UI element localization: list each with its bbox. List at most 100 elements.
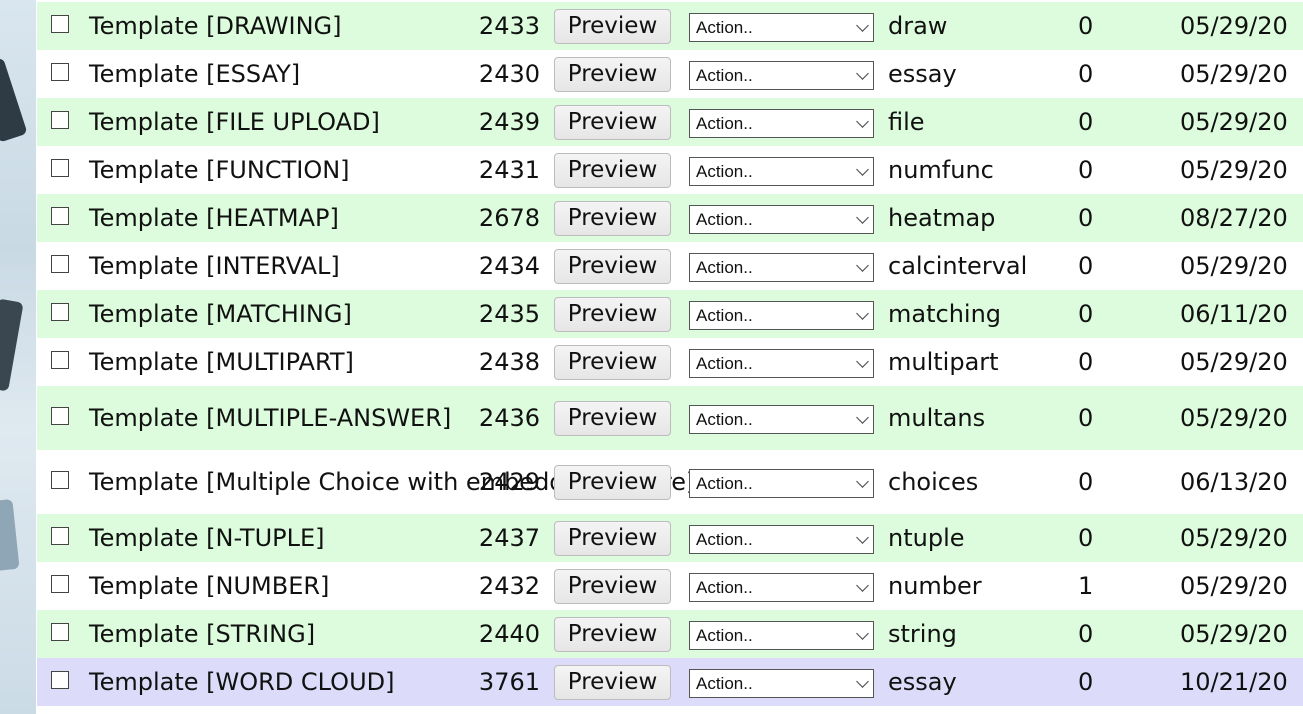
question-count: 0 — [1078, 60, 1094, 88]
question-count: 0 — [1078, 348, 1094, 376]
row-select-cell — [37, 450, 83, 514]
preview-button[interactable]: Preview — [554, 152, 671, 188]
action-cell: Action.. — [681, 242, 882, 290]
action-select[interactable]: Action.. — [689, 204, 874, 234]
table-row: Template [INTERVAL] 2434 Preview Action.. ca… — [37, 242, 1303, 290]
row-select-checkbox[interactable] — [51, 159, 69, 177]
preview-button[interactable]: Preview — [554, 296, 671, 332]
table-row: Template [DRAWING] 2433 Preview Action.. dra… — [37, 2, 1303, 50]
question-name: Template [NUMBER] — [89, 571, 330, 600]
action-cell: Action.. — [681, 50, 882, 98]
preview-button[interactable]: Preview — [554, 616, 671, 652]
row-select-cell — [37, 562, 83, 610]
chevron-down-icon — [856, 578, 869, 592]
action-select[interactable]: Action.. — [689, 404, 874, 434]
preview-cell: Preview — [544, 146, 681, 194]
preview-button[interactable]: Preview — [554, 520, 671, 556]
table-row: Template [FUNCTION] 2431 Preview Action.. nu… — [37, 146, 1303, 194]
action-select-label: Action.. — [696, 113, 753, 133]
question-count: 0 — [1078, 468, 1094, 496]
preview-button[interactable]: Preview — [554, 248, 671, 284]
chevron-down-icon — [856, 114, 869, 128]
action-select[interactable]: Action.. — [689, 572, 874, 602]
preview-cell: Preview — [544, 658, 681, 706]
question-type: multans — [888, 404, 986, 432]
action-select[interactable]: Action.. — [689, 468, 874, 498]
preview-cell: Preview — [544, 562, 681, 610]
preview-button[interactable]: Preview — [554, 56, 671, 92]
row-select-cell — [37, 194, 83, 242]
action-select-label: Action.. — [696, 473, 753, 493]
question-id: 2438 — [478, 348, 540, 376]
question-date: 08/27/20 — [1180, 204, 1288, 232]
row-select-checkbox[interactable] — [51, 255, 69, 273]
question-name: Template [MULTIPLE-ANSWER] — [89, 403, 452, 432]
action-cell: Action.. — [681, 562, 882, 610]
chevron-down-icon — [856, 18, 869, 32]
row-select-cell — [37, 610, 83, 658]
preview-button[interactable]: Preview — [554, 344, 671, 380]
row-select-checkbox[interactable] — [51, 623, 69, 641]
question-date: 05/29/20 — [1180, 156, 1288, 184]
action-select-label: Action.. — [696, 529, 753, 549]
action-select[interactable]: Action.. — [689, 620, 874, 650]
row-select-checkbox[interactable] — [51, 575, 69, 593]
action-select[interactable]: Action.. — [689, 668, 874, 698]
row-select-checkbox[interactable] — [51, 303, 69, 321]
row-select-checkbox[interactable] — [51, 351, 69, 369]
table-row: Template [HEATMAP] 2678 Preview Action.. hea… — [37, 194, 1303, 242]
preview-cell: Preview — [544, 50, 681, 98]
row-select-checkbox[interactable] — [51, 111, 69, 129]
action-select[interactable]: Action.. — [689, 524, 874, 554]
action-select[interactable]: Action.. — [689, 252, 874, 282]
action-select[interactable]: Action.. — [689, 348, 874, 378]
question-type: multipart — [888, 348, 999, 376]
preview-button[interactable]: Preview — [554, 400, 671, 436]
row-select-checkbox[interactable] — [51, 407, 69, 425]
action-cell: Action.. — [681, 386, 882, 450]
row-select-cell — [37, 50, 83, 98]
background-image-edge — [0, 0, 36, 714]
chevron-down-icon — [856, 626, 869, 640]
preview-cell: Preview — [544, 98, 681, 146]
preview-button[interactable]: Preview — [554, 464, 671, 500]
question-id: 2431 — [478, 156, 540, 184]
row-select-checkbox[interactable] — [51, 207, 69, 225]
question-count: 0 — [1078, 156, 1094, 184]
chevron-down-icon — [856, 474, 869, 488]
table-row: Template [N-TUPLE] 2437 Preview Action.. ntu… — [37, 514, 1303, 562]
preview-cell: Preview — [544, 514, 681, 562]
question-date: 05/29/20 — [1180, 572, 1288, 600]
question-id: 2432 — [478, 572, 540, 600]
question-date: 05/29/20 — [1180, 252, 1288, 280]
action-select[interactable]: Action.. — [689, 108, 874, 138]
question-name: Template [FILE UPLOAD] — [89, 107, 380, 136]
chevron-down-icon — [856, 66, 869, 80]
preview-button[interactable]: Preview — [554, 664, 671, 700]
question-type: file — [888, 108, 925, 136]
question-date: 05/29/20 — [1180, 108, 1288, 136]
action-select[interactable]: Action.. — [689, 156, 874, 186]
action-cell: Action.. — [681, 658, 882, 706]
chevron-down-icon — [856, 674, 869, 688]
question-date: 05/29/20 — [1180, 60, 1288, 88]
chevron-down-icon — [856, 354, 869, 368]
action-select[interactable]: Action.. — [689, 300, 874, 330]
action-select[interactable]: Action.. — [689, 12, 874, 42]
row-select-checkbox[interactable] — [51, 15, 69, 33]
row-select-checkbox[interactable] — [51, 671, 69, 689]
preview-button[interactable]: Preview — [554, 8, 671, 44]
question-type: ntuple — [888, 524, 965, 552]
row-select-checkbox[interactable] — [51, 471, 69, 489]
row-select-cell — [37, 386, 83, 450]
action-select[interactable]: Action.. — [689, 60, 874, 90]
preview-button[interactable]: Preview — [554, 104, 671, 140]
row-select-checkbox[interactable] — [51, 527, 69, 545]
preview-button[interactable]: Preview — [554, 568, 671, 604]
question-count: 0 — [1078, 204, 1094, 232]
preview-button[interactable]: Preview — [554, 200, 671, 236]
question-name: Template [WORD CLOUD] — [89, 667, 395, 696]
question-type: heatmap — [888, 204, 996, 232]
row-select-checkbox[interactable] — [51, 63, 69, 81]
action-select-label: Action.. — [696, 353, 753, 373]
